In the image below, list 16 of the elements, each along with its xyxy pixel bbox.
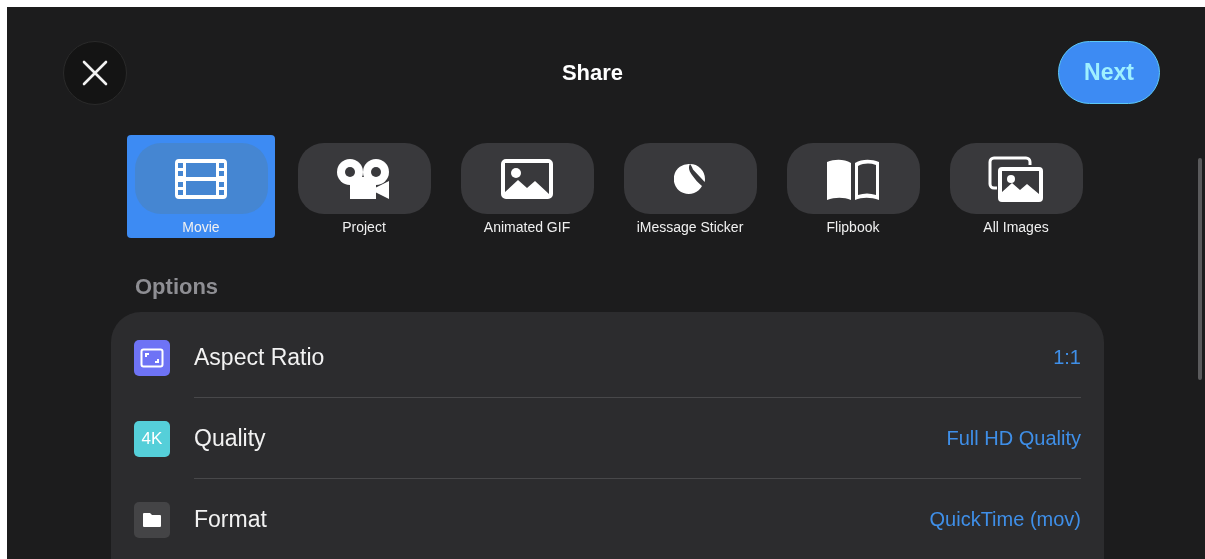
sticker-icon (674, 162, 706, 195)
screen-title: Share (561, 59, 624, 87)
movie-camera-icon (337, 158, 391, 199)
option-label: Format (194, 504, 267, 534)
option-label: Quality (194, 423, 266, 453)
option-value[interactable]: Full HD Quality (946, 423, 1081, 453)
option-value[interactable]: 1:1 (1053, 342, 1081, 372)
image-icon (501, 158, 553, 199)
images-icon (988, 155, 1044, 202)
option-label: Aspect Ratio (194, 342, 325, 372)
film-icon (175, 158, 227, 199)
book-icon (825, 157, 881, 200)
close-icon (81, 58, 109, 87)
option-value[interactable]: QuickTime (mov) (929, 504, 1081, 534)
quality-badge: 4K (134, 420, 170, 457)
section-heading: Options (135, 273, 219, 301)
